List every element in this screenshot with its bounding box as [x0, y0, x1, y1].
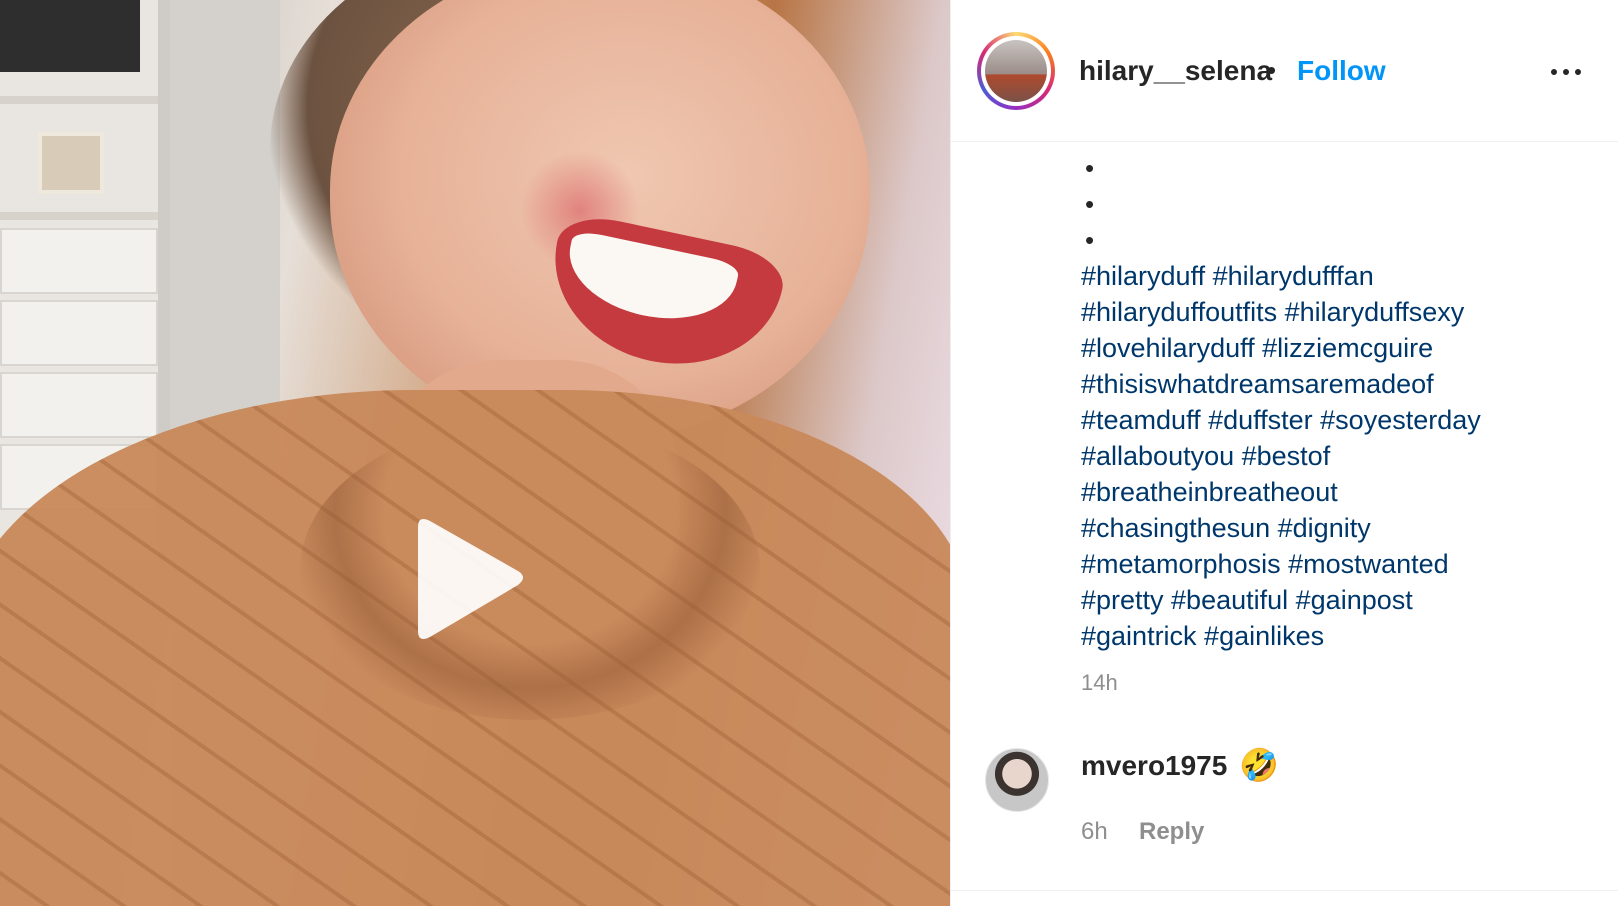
- play-icon[interactable]: [400, 515, 530, 645]
- post-video[interactable]: [0, 0, 950, 906]
- drawer: [0, 228, 158, 294]
- hashtag-line[interactable]: #metamorphosis #mostwanted: [1081, 546, 1581, 582]
- comment-text: 🤣: [1239, 747, 1279, 783]
- hashtag-line[interactable]: #breatheinbreatheout: [1081, 474, 1581, 510]
- more-dot: [1563, 69, 1569, 75]
- follow-button[interactable]: Follow: [1297, 55, 1386, 87]
- author-username[interactable]: hilary__selena: [1079, 55, 1272, 87]
- more-options-icon[interactable]: [1551, 62, 1585, 82]
- reply-button[interactable]: Reply: [1139, 818, 1204, 846]
- author-avatar[interactable]: [977, 32, 1055, 110]
- hashtag-line[interactable]: #teamduff #duffster #soyesterday: [1081, 402, 1581, 438]
- header-separator: •: [1267, 55, 1277, 85]
- jacket-collar: [300, 420, 760, 720]
- post-caption: • • • #hilaryduff #hilarydufffan #hilary…: [1081, 150, 1581, 654]
- more-dot: [1551, 69, 1557, 75]
- photo-frame: [38, 132, 104, 194]
- post-side-panel: hilary__selena • Follow • • • #hilaryduf…: [950, 0, 1618, 906]
- shelf-ledge: [0, 96, 158, 104]
- caption-timestamp[interactable]: 14h: [1081, 670, 1118, 696]
- more-dot: [1575, 69, 1581, 75]
- commenter-avatar[interactable]: [985, 748, 1049, 812]
- hashtag-line[interactable]: #chasingthesun #dignity: [1081, 510, 1581, 546]
- hashtag-line[interactable]: #pretty #beautiful #gainpost: [1081, 582, 1581, 618]
- caption-bullet: •: [1085, 153, 1095, 183]
- hashtag-line[interactable]: #allaboutyou #bestof: [1081, 438, 1581, 474]
- hashtag-line[interactable]: #gaintrick #gainlikes: [1081, 618, 1581, 654]
- caption-bullet: •: [1085, 225, 1095, 255]
- avatar-photo: [985, 40, 1047, 102]
- hashtag-line[interactable]: #lovehilaryduff #lizziemcguire: [1081, 330, 1581, 366]
- hashtag-line[interactable]: #thisiswhatdreamsaremadeof: [1081, 366, 1581, 402]
- hashtag-line[interactable]: #hilaryduff #hilarydufffan: [1081, 258, 1581, 294]
- divider: [951, 890, 1618, 891]
- drawer: [0, 372, 158, 438]
- comment-timestamp[interactable]: 6h: [1081, 818, 1108, 846]
- hashtag-line[interactable]: #hilaryduffoutfits #hilaryduffsexy: [1081, 294, 1581, 330]
- background-tv: [0, 0, 140, 72]
- shelf-ledge: [0, 212, 158, 220]
- comment-username[interactable]: mvero1975: [1081, 750, 1227, 782]
- post-header: hilary__selena • Follow: [951, 0, 1618, 142]
- drawer: [0, 300, 158, 366]
- caption-bullet: •: [1085, 189, 1095, 219]
